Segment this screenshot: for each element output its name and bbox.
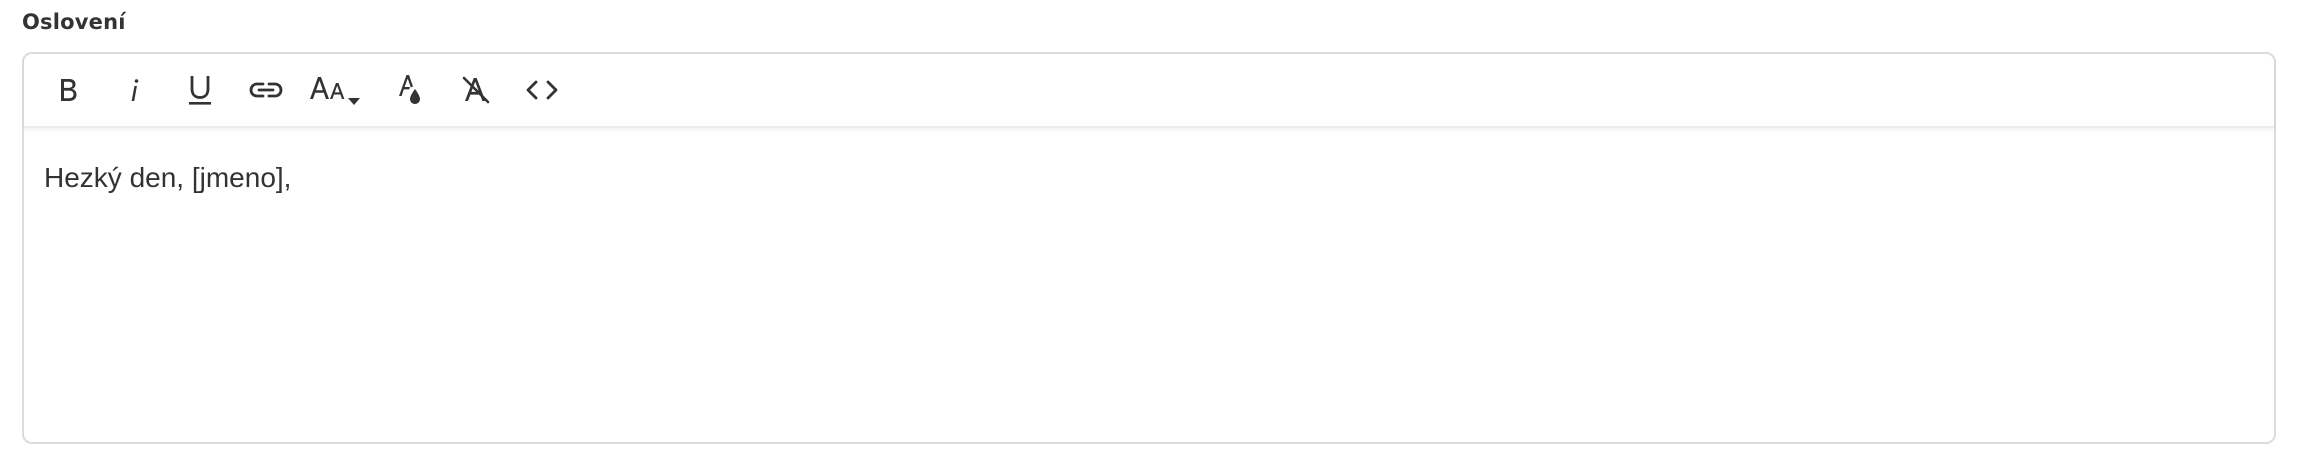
code-view-icon xyxy=(526,80,558,100)
bold-icon xyxy=(61,79,77,101)
clear-formatting-icon xyxy=(462,76,490,104)
link-button[interactable] xyxy=(240,66,292,114)
text-color-button[interactable] xyxy=(384,66,436,114)
clear-formatting-button[interactable] xyxy=(450,66,502,114)
text-color-icon xyxy=(399,75,420,104)
rich-text-editor: Hezký den, [jmeno], xyxy=(22,52,2276,444)
italic-icon xyxy=(131,79,139,101)
editor-content[interactable]: Hezký den, [jmeno], xyxy=(44,162,2254,194)
underline-icon xyxy=(189,76,211,105)
bold-button[interactable] xyxy=(42,66,94,114)
link-icon xyxy=(249,82,283,98)
underline-button[interactable] xyxy=(174,66,226,114)
italic-button[interactable] xyxy=(108,66,160,114)
editor-toolbar xyxy=(24,54,2274,128)
font-size-icon xyxy=(310,77,360,105)
font-size-button[interactable] xyxy=(306,66,370,114)
code-view-button[interactable] xyxy=(516,66,568,114)
field-label: Oslovení xyxy=(22,10,126,34)
